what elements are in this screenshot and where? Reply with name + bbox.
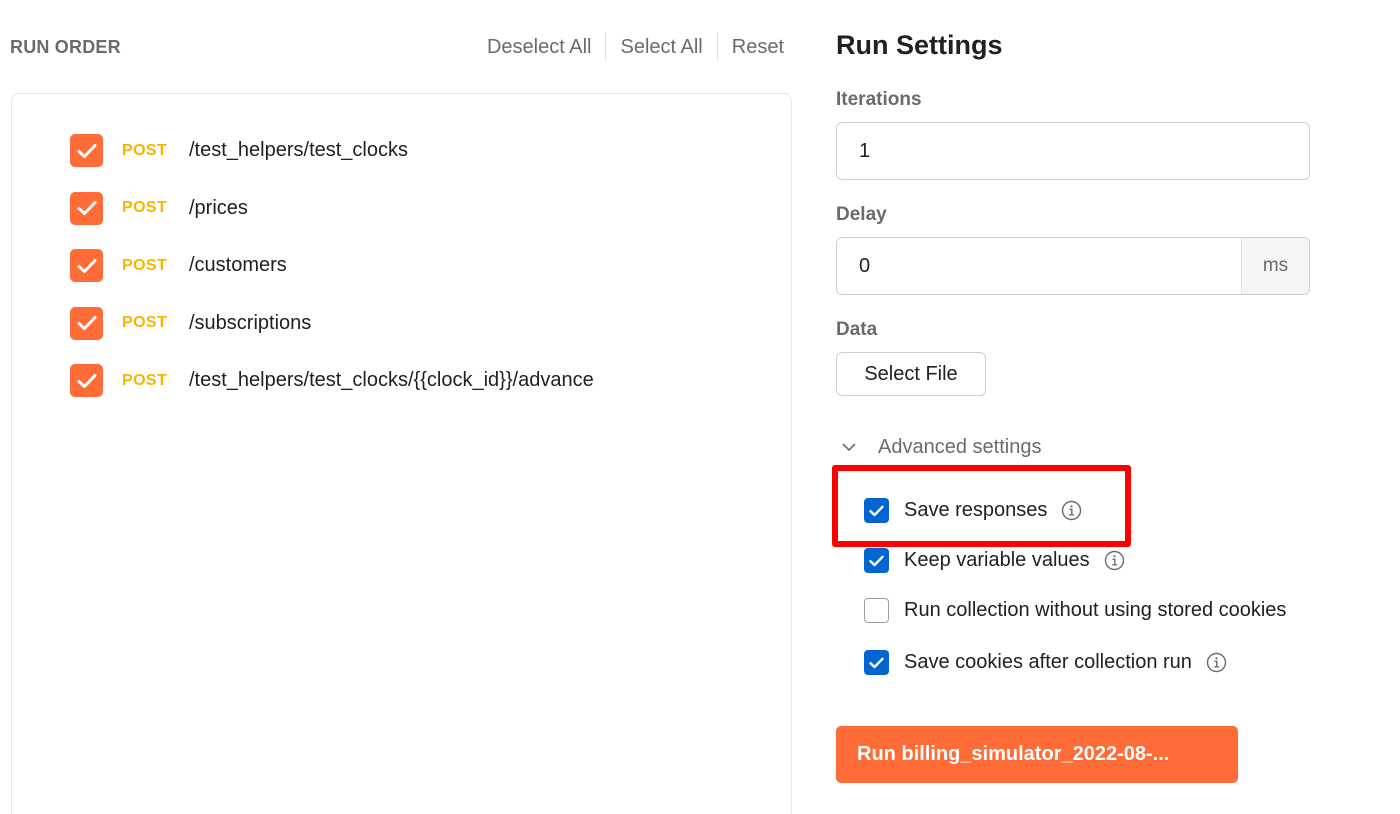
select-all-button[interactable]: Select All — [606, 36, 716, 59]
save-responses-option[interactable]: Save responses — [864, 498, 1082, 523]
save-cookies-checkbox[interactable] — [864, 650, 889, 675]
delay-unit: ms — [1241, 238, 1309, 294]
request-checkbox[interactable] — [70, 191, 103, 225]
reset-button[interactable]: Reset — [718, 36, 784, 59]
info-icon[interactable] — [1206, 652, 1227, 673]
iterations-input[interactable]: 1 — [836, 122, 1310, 180]
checkmark-icon — [77, 316, 96, 331]
request-list-panel: POST /test_helpers/test_clocks POST /pri… — [11, 93, 792, 814]
request-method: POST — [122, 256, 168, 274]
request-method: POST — [122, 371, 168, 389]
save-cookies-option[interactable]: Save cookies after collection run — [864, 650, 1227, 675]
request-row[interactable]: POST /test_helpers/test_clocks/{{clock_i… — [70, 352, 594, 410]
deselect-all-button[interactable]: Deselect All — [473, 36, 606, 59]
run-order-actions: Deselect All Select All Reset — [473, 33, 784, 61]
no-stored-cookies-option[interactable]: Run collection without using stored cook… — [864, 598, 1286, 623]
checkmark-icon — [77, 373, 96, 388]
request-method: POST — [122, 141, 168, 159]
request-path: /customers — [189, 254, 287, 277]
info-icon[interactable] — [1061, 500, 1082, 521]
request-path: /test_helpers/test_clocks/{{clock_id}}/a… — [189, 369, 594, 392]
request-path: /test_helpers/test_clocks — [189, 139, 408, 162]
delay-label: Delay — [836, 204, 887, 225]
checkmark-icon — [869, 657, 884, 668]
run-collection-button[interactable]: Run billing_simulator_2022-08-... — [836, 726, 1238, 783]
iterations-label: Iterations — [836, 89, 922, 110]
request-checkbox[interactable] — [70, 249, 103, 283]
request-checkbox[interactable] — [70, 134, 103, 168]
select-file-button[interactable]: Select File — [836, 352, 986, 396]
chevron-down-icon — [840, 439, 858, 457]
request-checkbox[interactable] — [70, 306, 103, 340]
data-label: Data — [836, 319, 878, 340]
delay-value: 0 — [859, 255, 871, 277]
no-stored-cookies-label: Run collection without using stored cook… — [904, 599, 1287, 621]
request-row[interactable]: POST /customers — [70, 237, 594, 295]
request-method: POST — [122, 199, 168, 217]
request-row[interactable]: POST /test_helpers/test_clocks — [70, 122, 594, 180]
keep-variable-values-checkbox[interactable] — [864, 548, 889, 573]
delay-input[interactable]: 0 ms — [836, 237, 1310, 295]
save-cookies-label: Save cookies after collection run — [904, 651, 1192, 673]
run-order-header: RUN ORDER Deselect All Select All Reset — [10, 33, 790, 63]
request-path: /subscriptions — [189, 311, 312, 334]
checkmark-icon — [869, 505, 884, 516]
keep-variable-values-option[interactable]: Keep variable values — [864, 548, 1125, 573]
request-path: /prices — [189, 196, 248, 219]
info-icon[interactable] — [1104, 550, 1125, 571]
request-checkbox[interactable] — [70, 364, 103, 398]
request-list: POST /test_helpers/test_clocks POST /pri… — [70, 122, 594, 410]
checkmark-icon — [77, 258, 96, 273]
run-settings-title: Run Settings — [836, 30, 1003, 60]
checkmark-icon — [869, 555, 884, 566]
save-responses-checkbox[interactable] — [864, 498, 889, 523]
iterations-value: 1 — [859, 140, 871, 162]
keep-variable-values-label: Keep variable values — [904, 549, 1090, 571]
request-row[interactable]: POST /subscriptions — [70, 295, 594, 353]
save-responses-label: Save responses — [904, 499, 1048, 521]
advanced-settings-toggle[interactable]: Advanced settings — [840, 436, 1041, 459]
request-row[interactable]: POST /prices — [70, 180, 594, 238]
advanced-settings-label: Advanced settings — [878, 436, 1042, 458]
request-method: POST — [122, 314, 168, 332]
checkmark-icon — [77, 143, 96, 158]
no-stored-cookies-checkbox[interactable] — [864, 598, 889, 623]
checkmark-icon — [77, 201, 96, 216]
run-order-title: RUN ORDER — [10, 37, 121, 57]
